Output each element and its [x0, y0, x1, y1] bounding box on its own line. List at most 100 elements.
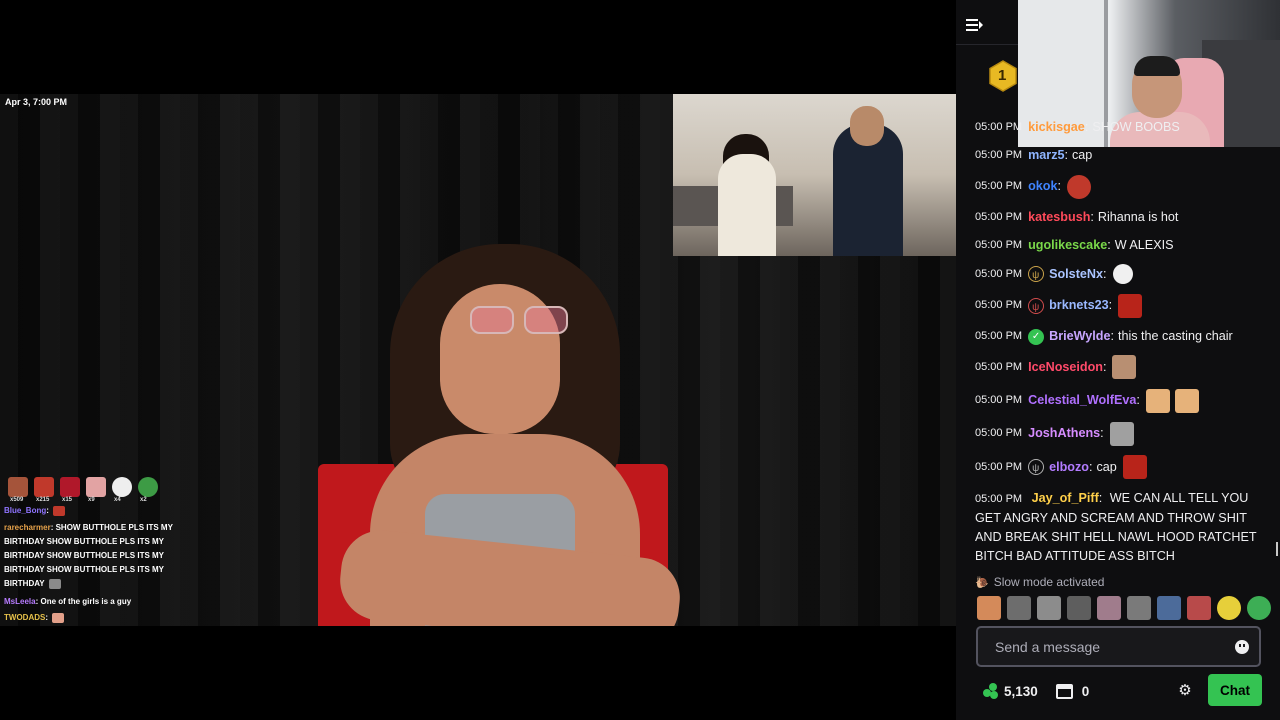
message-timestamp: 05:00 PM — [975, 460, 1023, 473]
chatter-avatar[interactable] — [977, 596, 1001, 620]
combo-emote: x509 — [8, 477, 28, 503]
message-timestamp: 05:00 PM — [975, 267, 1023, 280]
overlay-chat-line: rarecharmer: SHOW BUTTHOLE PLS ITS MY — [4, 523, 173, 532]
chatter-avatar[interactable] — [1217, 596, 1241, 620]
chatter-avatar[interactable] — [1157, 596, 1181, 620]
message-text: cap — [1072, 148, 1093, 163]
chat-username[interactable]: Celestial_WolfEva — [1028, 391, 1136, 410]
chat-message: 05:00 PM IceNoseidon: — [975, 355, 1275, 380]
chat-username[interactable]: ugolikescake — [1028, 236, 1107, 255]
chatter-avatar[interactable] — [1067, 596, 1091, 620]
subscriber-badge-icon[interactable] — [1028, 459, 1045, 478]
chat-username[interactable]: BrieWylde — [1049, 327, 1110, 346]
store-button[interactable]: 0 — [1055, 683, 1089, 699]
chat-username[interactable]: brknets23 — [1049, 296, 1109, 315]
message-text: Rihanna is hot — [1097, 209, 1179, 224]
leaderboard-rank-badge[interactable]: 1 — [988, 60, 1018, 92]
chat-emote[interactable] — [1145, 388, 1170, 413]
chat-username[interactable]: okok — [1028, 177, 1057, 196]
overlay-chat-line: MsLeela: One of the girls is a guy — [4, 597, 132, 606]
chat-message: 05:00 PM SolsteNx: — [975, 264, 1275, 285]
chat-input[interactable] — [995, 638, 1225, 655]
message-text: this the casting chair — [1117, 329, 1233, 344]
subscriber-badge-icon[interactable] — [1028, 297, 1045, 317]
chat-scrollbar[interactable] — [1276, 542, 1278, 556]
message-timestamp: 05:00 PM — [975, 427, 1023, 440]
message-timestamp: 05:00 PM — [975, 180, 1023, 193]
points-count: 5,130 — [1004, 683, 1038, 699]
overlay-chat-line: TWODADS: — [4, 611, 66, 625]
message-text: cap — [1096, 459, 1117, 474]
skull-emote: x4 — [112, 477, 132, 503]
message-timestamp: 05:00 PM — [975, 121, 1023, 133]
message-timestamp: 05:00 PM — [975, 210, 1023, 223]
chatter-avatar[interactable] — [1247, 596, 1271, 620]
verified-badge-icon[interactable]: ✓ — [1028, 328, 1045, 345]
chat-username[interactable]: kickisgae — [1028, 118, 1085, 137]
gear-icon[interactable]: ⚙ — [1177, 683, 1193, 699]
message-timestamp: 05:00 PM — [975, 492, 1023, 505]
snail-icon: 🐌 — [975, 576, 989, 589]
chat-username[interactable]: katesbush — [1028, 208, 1090, 227]
header-divider — [956, 44, 1020, 45]
overlay-chat-line: BIRTHDAY — [4, 577, 63, 591]
overlay-chat-line: BIRTHDAY SHOW BUTTHOLE PLS ITS MY — [4, 565, 165, 574]
message-timestamp: 05:00 PM — [975, 299, 1023, 312]
message-text: W ALEXIS — [1114, 238, 1174, 253]
chat-footer: 5,130 0 ⚙ Chat — [975, 674, 1265, 708]
cat-emote[interactable] — [1109, 421, 1134, 446]
overlay-chat-line: BIRTHDAY SHOW BUTTHOLE PLS ITS MY — [4, 551, 165, 560]
collapse-chat-icon[interactable] — [962, 12, 988, 38]
chat-username[interactable]: SolsteNx — [1049, 265, 1103, 284]
slow-mode-notice: 🐌 Slow mode activated — [975, 575, 1105, 589]
chat-message: 05:00 PM kickisgae: SHOW BOOBS — [975, 118, 1275, 137]
stream-viewer: Apr 3, 7:00 PM x509 x215 x15 x9 x4 x2 Bl… — [0, 0, 1280, 720]
chat-username[interactable]: IceNoseidon — [1028, 358, 1103, 377]
chat-emote[interactable] — [1067, 174, 1091, 199]
chatter-avatar[interactable] — [1127, 596, 1151, 620]
chat-emote[interactable] — [1122, 455, 1147, 480]
emote-picker-icon[interactable] — [1235, 640, 1249, 654]
chat-username[interactable]: JoshAthens — [1028, 424, 1100, 443]
chat-message: 05:00 PM JoshAthens: — [975, 421, 1275, 446]
chat-message: 05:00 PM elbozo: cap — [975, 455, 1275, 480]
combo-emote: x9 — [86, 477, 106, 503]
picture-in-picture — [673, 94, 956, 256]
message-text: SHOW BOOBS — [1092, 120, 1180, 134]
chat-message: 05:00 PM brknets23: — [975, 293, 1275, 318]
chatter-avatar[interactable] — [1187, 596, 1211, 620]
chat-message: 05:00 PM ugolikescake: W ALEXIS — [975, 236, 1275, 255]
store-icon — [1055, 683, 1073, 699]
message-timestamp: 05:00 PM — [975, 239, 1023, 252]
channel-points[interactable]: 5,130 — [983, 683, 1038, 699]
chat-emote[interactable] — [1174, 388, 1199, 413]
message-timestamp: 05:00 PM — [975, 330, 1023, 343]
chatter-avatar[interactable] — [1007, 596, 1031, 620]
overlay-chat-line: Blue_Bong: — [4, 504, 67, 518]
chat-emote[interactable] — [1118, 293, 1143, 318]
chatter-avatar[interactable] — [1037, 596, 1061, 620]
overlay-emote-combo-row: x509 x215 x15 x9 x4 x2 — [8, 477, 158, 503]
chat-message: 05:00 PM ✓ BrieWylde: this the casting c… — [975, 327, 1275, 346]
chat-message: 05:00 PM Celestial_WolfEva: — [975, 388, 1275, 413]
points-icon — [983, 683, 999, 699]
chat-username[interactable]: elbozo — [1049, 458, 1089, 477]
overlay-chat-line: BIRTHDAY SHOW BUTTHOLE PLS ITS MY — [4, 537, 165, 546]
chat-send-button[interactable]: Chat — [1208, 674, 1262, 706]
chatter-avatar[interactable] — [1097, 596, 1121, 620]
chat-emote[interactable] — [1112, 355, 1137, 380]
subscriber-badge-icon[interactable] — [1028, 266, 1045, 285]
chat-message: 05:00 PM Jay_of_Piff: WE CAN ALL TELL YO… — [975, 490, 1257, 563]
message-timestamp: 05:00 PM — [975, 149, 1023, 162]
recent-chatters-row — [977, 596, 1271, 620]
chat-message: 05:00 PM marz5: cap — [975, 146, 1275, 165]
chat-message: 05:00 PM katesbush: Rihanna is hot — [975, 208, 1275, 227]
message-timestamp: 05:00 PM — [975, 394, 1023, 407]
chat-input-box[interactable] — [976, 626, 1261, 667]
chat-message-list: 05:00 PM kickisgae: SHOW BOOBS 05:00 PM … — [975, 118, 1275, 575]
chat-username[interactable]: marz5 — [1028, 146, 1064, 165]
chat-message: 05:00 PM okok: — [975, 174, 1275, 199]
chat-username[interactable]: Jay_of_Piff — [1032, 491, 1099, 505]
skull-emote[interactable] — [1112, 264, 1133, 285]
combo-emote: x215 — [34, 477, 54, 503]
